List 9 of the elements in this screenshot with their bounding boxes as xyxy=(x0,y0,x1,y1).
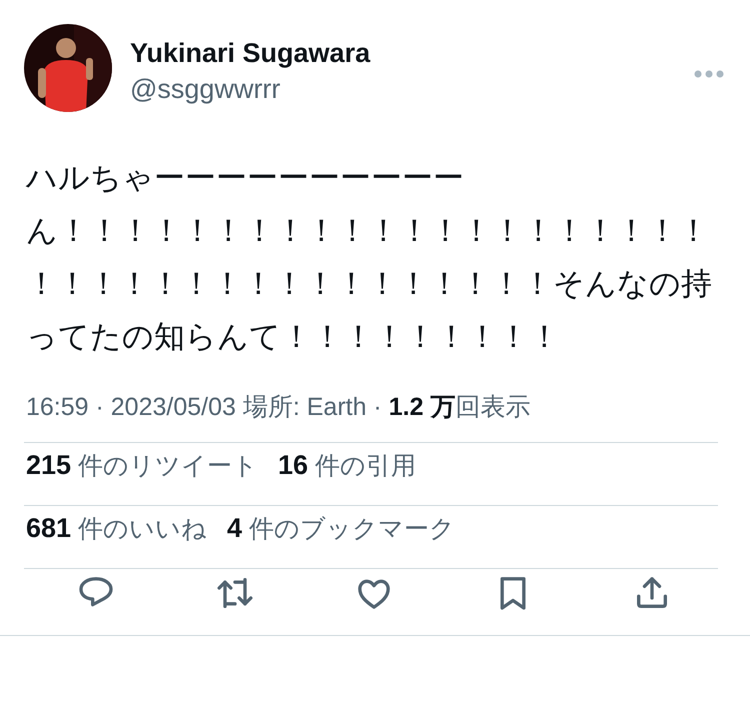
tweet-meta: 16:59 · 2023/05/03 場所: Earth · 1.2 万回表示 xyxy=(26,392,532,423)
tweet-text: ん！！！！！！！！！！！！！！！！！！！！！！！！！！！！！！！！！！！！！！そんなの持ってたの知らんて！！！！！！！！！ xyxy=(26,212,713,357)
user-name[interactable]: Yukinari Sugawara xyxy=(130,36,694,70)
stat-link[interactable]: 215 件のリツイート xyxy=(26,448,258,482)
tweet-text: ハルちゃーーーーーーーーーー xyxy=(26,159,465,198)
user-handle[interactable]: @ssggwwrrr xyxy=(130,70,694,108)
stat-link[interactable]: 4 件のブックマーク xyxy=(227,512,455,544)
stat-link[interactable]: 681 件のいいね xyxy=(26,512,208,544)
stat-link[interactable]: 16 件の引用 xyxy=(278,448,416,482)
